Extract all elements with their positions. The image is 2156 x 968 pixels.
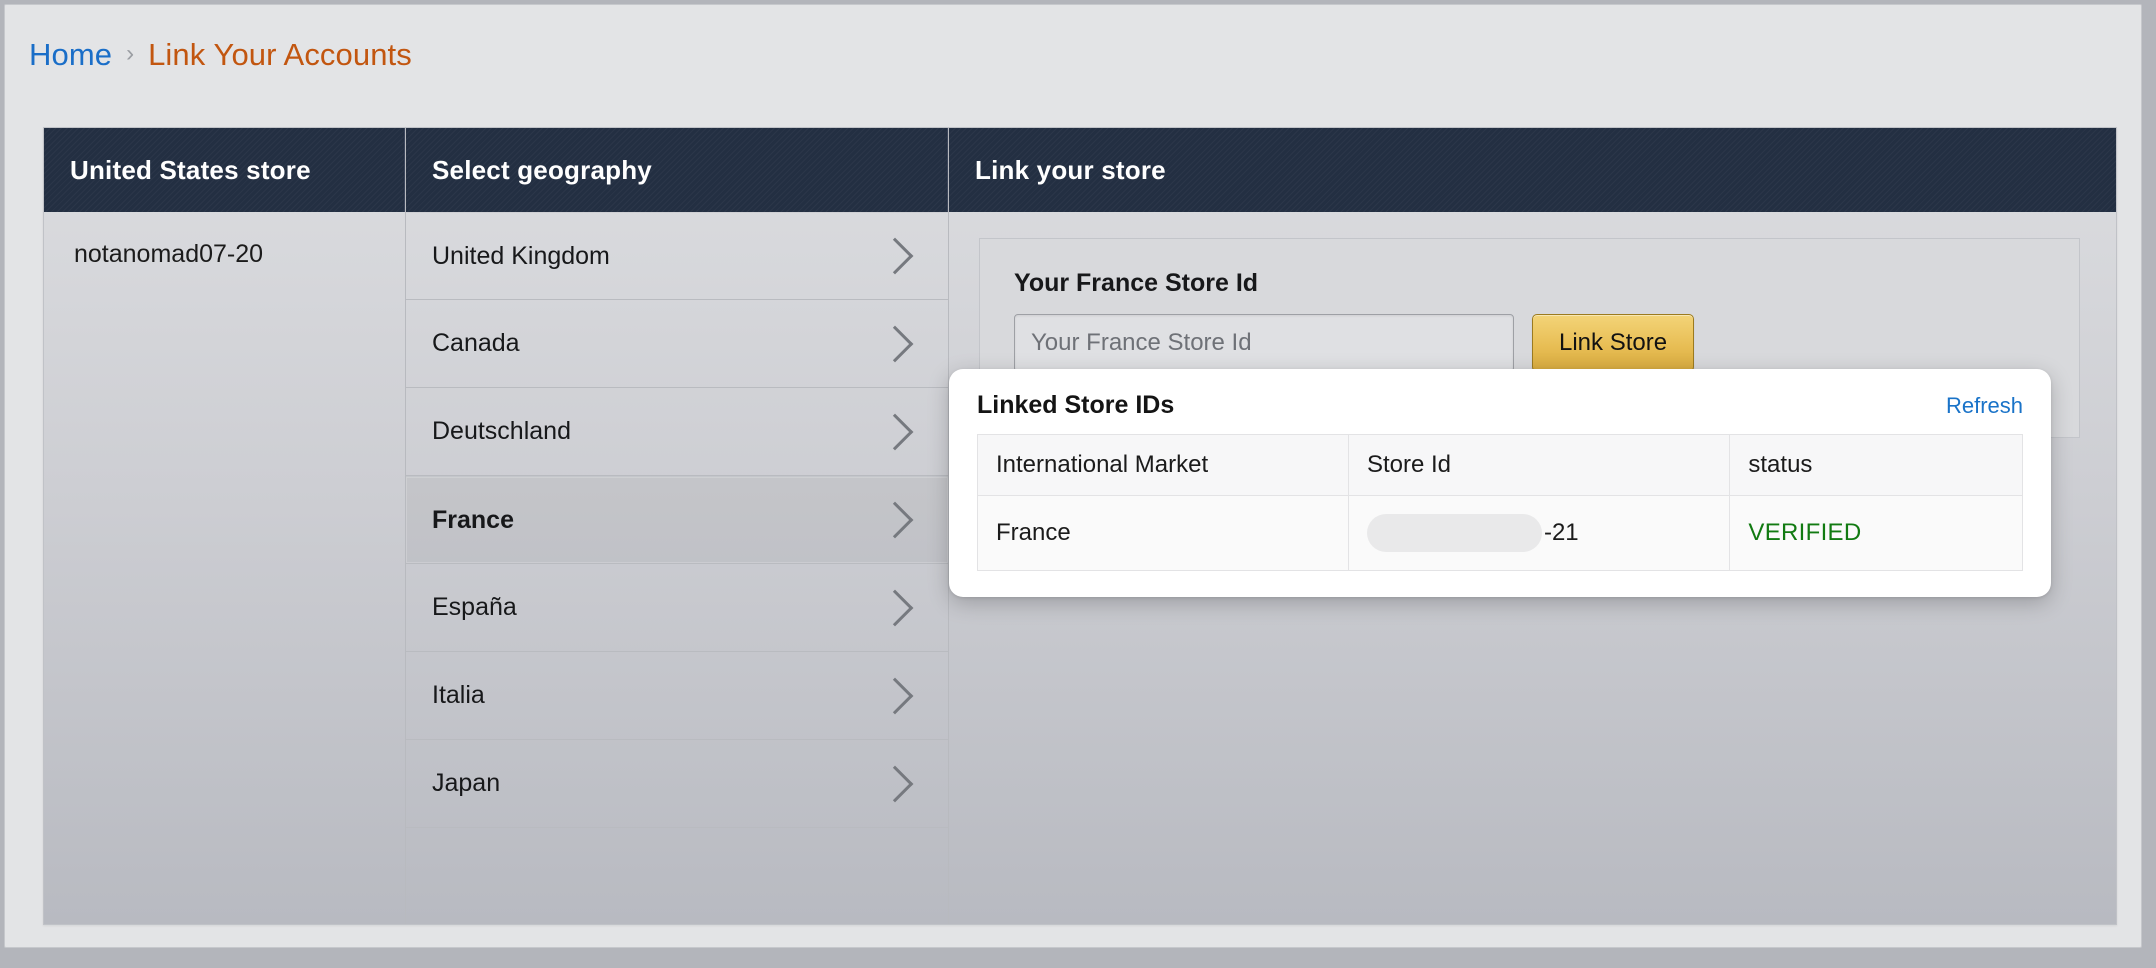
geography-list: United Kingdom Canada Deutschland France Esp…	[406, 212, 948, 828]
store-id-input[interactable]	[1014, 314, 1514, 372]
breadcrumb: Home › Link Your Accounts	[5, 5, 2141, 105]
geography-item-label: Italia	[432, 681, 882, 710]
store-id-suffix: -21	[1544, 519, 1579, 546]
geography-item-united-kingdom[interactable]: United Kingdom	[406, 212, 948, 300]
chevron-right-icon: ›	[126, 40, 134, 71]
geography-item-label: United Kingdom	[432, 242, 882, 271]
geography-item-label: France	[432, 506, 882, 535]
browser-window-frame: Home › Link Your Accounts United States …	[0, 0, 2156, 968]
table-header: International MarketStore Idstatus	[978, 435, 2023, 496]
chevron-right-icon	[877, 765, 914, 802]
table-header-row: International MarketStore Idstatus	[978, 435, 2023, 496]
geography-item-españa[interactable]: España	[406, 564, 948, 652]
column-header-geography: Select geography	[406, 128, 948, 212]
chevron-right-icon	[877, 502, 914, 539]
chevron-right-icon	[877, 325, 914, 362]
linked-store-ids-header: Linked Store IDs Refresh	[977, 391, 2023, 420]
store-id-form-label: Your France Store Id	[1014, 269, 2045, 298]
refresh-link[interactable]: Refresh	[1946, 393, 2023, 419]
table-row: France -21 VERIFIED	[978, 496, 2023, 571]
redacted-store-id-block	[1367, 514, 1542, 552]
geography-item-label: España	[432, 593, 882, 622]
geography-item-italia[interactable]: Italia	[406, 652, 948, 740]
chevron-right-icon	[877, 677, 914, 714]
table-column-header: International Market	[978, 435, 1349, 496]
geography-item-deutschland[interactable]: Deutschland	[406, 388, 948, 476]
page-content: Home › Link Your Accounts United States …	[4, 4, 2142, 948]
account-linking-board: United States store notanomad07-20 Selec…	[43, 127, 2117, 925]
geography-item-label: Deutschland	[432, 417, 882, 446]
geography-item-japan[interactable]: Japan	[406, 740, 948, 828]
geography-item-france[interactable]: France	[406, 476, 948, 564]
chevron-right-icon	[877, 238, 914, 275]
column-body-store: notanomad07-20	[44, 212, 405, 924]
geography-item-label: Canada	[432, 329, 882, 358]
linked-store-ids-card: Linked Store IDs Refresh International M…	[949, 369, 2051, 597]
link-store-button[interactable]: Link Store	[1532, 314, 1694, 372]
column-united-states-store: United States store notanomad07-20	[44, 128, 406, 924]
store-account-name: notanomad07-20	[44, 212, 405, 269]
status-badge: VERIFIED	[1748, 519, 1861, 546]
geography-item-canada[interactable]: Canada	[406, 300, 948, 388]
store-id-form-row: Link Store	[1014, 314, 2045, 372]
linked-store-ids-table: International MarketStore Idstatus Franc…	[977, 434, 2023, 571]
cell-store-id: -21	[1348, 496, 1729, 571]
table-column-header: status	[1730, 435, 2023, 496]
breadcrumb-home-link[interactable]: Home	[29, 37, 112, 73]
cell-international-market: France	[978, 496, 1349, 571]
column-body-geography: United Kingdom Canada Deutschland France Esp…	[406, 212, 948, 924]
linked-store-ids-title: Linked Store IDs	[977, 391, 1174, 420]
column-header-store: United States store	[44, 128, 405, 212]
column-header-link-store: Link your store	[949, 128, 2116, 212]
geography-item-label: Japan	[432, 769, 882, 798]
column-select-geography: Select geography United Kingdom Canada Deu…	[406, 128, 949, 924]
page-title: Link Your Accounts	[148, 37, 412, 73]
table-body: France -21 VERIFIED	[978, 496, 2023, 571]
chevron-right-icon	[877, 413, 914, 450]
table-column-header: Store Id	[1348, 435, 1729, 496]
cell-status: VERIFIED	[1730, 496, 2023, 571]
column-link-your-store: Link your store Your France Store Id Lin…	[949, 128, 2116, 924]
chevron-right-icon	[877, 589, 914, 626]
column-body-link-store: Your France Store Id Link Store Linked S…	[949, 212, 2116, 924]
